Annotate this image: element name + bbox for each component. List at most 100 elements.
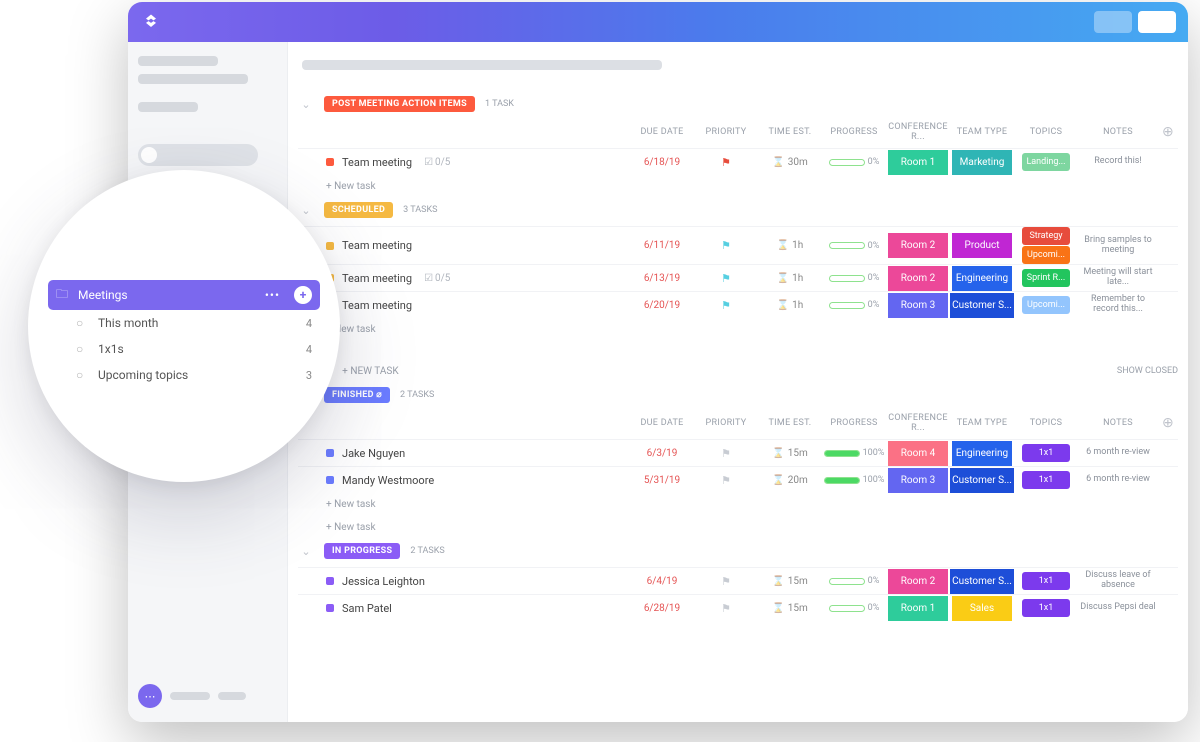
col-topics[interactable]: TOPICS <box>1014 418 1078 428</box>
col-due[interactable]: DUE DATE <box>630 418 694 428</box>
cell-conf[interactable]: Room 2 <box>886 233 950 259</box>
cell-time[interactable]: ⌛15m <box>758 568 822 594</box>
cell-time[interactable]: ⌛15m <box>758 440 822 466</box>
col-time[interactable]: TIME EST. <box>758 418 822 428</box>
cell-note[interactable]: Discuss leave of absence <box>1078 568 1158 594</box>
cell-priority[interactable]: ⚑ <box>694 233 758 259</box>
cell-priority[interactable]: ⚑ <box>694 595 758 621</box>
col-time[interactable]: TIME EST. <box>758 127 822 137</box>
new-task-button[interactable]: + New task <box>298 516 1178 539</box>
col-progress[interactable]: PROGRESS <box>822 127 886 137</box>
chat-icon[interactable]: ⋯ <box>138 684 162 708</box>
cell-due[interactable]: 6/11/19 <box>630 233 694 259</box>
col-notes[interactable]: NOTES <box>1078 127 1158 137</box>
cell-priority[interactable]: ⚑ <box>694 265 758 291</box>
cell-progress[interactable]: 0% <box>822 233 886 259</box>
topic-tag[interactable]: 1x1 <box>1022 572 1070 590</box>
cell-conf[interactable]: Room 3 <box>886 467 950 493</box>
collapse-icon[interactable]: ⌄ <box>298 204 314 217</box>
cell-due[interactable]: 6/20/19 <box>630 292 694 318</box>
cell-topic[interactable]: 1x1 <box>1014 568 1078 594</box>
add-column-icon[interactable]: ⊕ <box>1158 415 1178 431</box>
topic-tag[interactable]: 1x1 <box>1022 599 1070 617</box>
cell-note[interactable]: Meeting will start late... <box>1078 265 1158 291</box>
sidebar-item-meetings[interactable]: 🗀 Meetings ••• + <box>48 280 320 310</box>
col-team[interactable]: TEAM TYPE <box>950 418 1014 428</box>
topic-tag[interactable]: 1x1 <box>1022 471 1070 489</box>
cell-team[interactable]: Customer S... <box>950 292 1014 318</box>
cell-team[interactable]: Product <box>950 233 1014 259</box>
cell-time[interactable]: ⌛1h <box>758 292 822 318</box>
sidebar-item[interactable]: ○ Upcoming topics 3 <box>48 362 320 388</box>
add-column-icon[interactable]: ⊕ <box>1158 124 1178 140</box>
cell-due[interactable]: 5/31/19 <box>630 467 694 493</box>
sidebar-item[interactable]: ○ This month 4 <box>48 310 320 336</box>
cell-time[interactable]: ⌛30m <box>758 149 822 175</box>
cell-priority[interactable]: ⚑ <box>694 467 758 493</box>
task-row[interactable]: Team meeting ☑0/5 6/13/19 ⚑ ⌛1h 0% Room … <box>298 264 1178 291</box>
task-row[interactable]: Team meeting 6/11/19 ⚑ ⌛1h 0% Room 2 Pro… <box>298 226 1178 264</box>
new-task-button[interactable]: + New task <box>298 175 1178 198</box>
col-team[interactable]: TEAM TYPE <box>950 127 1014 137</box>
cell-conf[interactable]: Room 2 <box>886 568 950 594</box>
cell-conf[interactable]: Room 1 <box>886 149 950 175</box>
col-conf[interactable]: CONFERENCE R... <box>886 413 950 433</box>
col-notes[interactable]: NOTES <box>1078 418 1158 428</box>
cell-conf[interactable]: Room 4 <box>886 440 950 466</box>
cell-time[interactable]: ⌛20m <box>758 467 822 493</box>
cell-note[interactable]: Bring samples to meeting <box>1078 233 1158 259</box>
cell-team[interactable]: Customer S... <box>950 568 1014 594</box>
cell-time[interactable]: ⌛1h <box>758 233 822 259</box>
collapse-icon[interactable]: ⌄ <box>298 545 314 558</box>
topbar-button-1[interactable] <box>1094 11 1132 33</box>
cell-conf[interactable]: Room 1 <box>886 595 950 621</box>
status-chip[interactable]: SCHEDULED <box>324 202 393 218</box>
cell-priority[interactable]: ⚑ <box>694 292 758 318</box>
col-priority[interactable]: PRIORITY <box>694 127 758 137</box>
collapse-icon[interactable]: ⌄ <box>298 98 314 111</box>
task-row[interactable]: Jessica Leighton 6/4/19 ⚑ ⌛15m 0% Room 2… <box>298 567 1178 594</box>
cell-time[interactable]: ⌛15m <box>758 595 822 621</box>
col-priority[interactable]: PRIORITY <box>694 418 758 428</box>
cell-due[interactable]: 6/18/19 <box>630 149 694 175</box>
cell-due[interactable]: 6/28/19 <box>630 595 694 621</box>
cell-conf[interactable]: Room 3 <box>886 292 950 318</box>
cell-progress[interactable]: 0% <box>822 149 886 175</box>
show-closed-toggle[interactable]: SHOW CLOSED <box>1117 366 1178 376</box>
status-chip[interactable]: POST MEETING ACTION ITEMS <box>324 96 475 112</box>
cell-progress[interactable]: 0% <box>822 265 886 291</box>
cell-note[interactable]: 6 month re-view <box>1078 467 1158 493</box>
col-conf[interactable]: CONFERENCE R... <box>886 122 950 142</box>
new-task-button[interactable]: + New task <box>298 318 1178 341</box>
cell-team[interactable]: Sales <box>950 595 1014 621</box>
cell-topic[interactable]: Landing... <box>1014 149 1078 175</box>
task-row[interactable]: Mandy Westmoore 5/31/19 ⚑ ⌛20m 100% Room… <box>298 466 1178 493</box>
status-chip[interactable]: IN PROGRESS <box>324 543 400 559</box>
cell-topic[interactable]: 1x1 <box>1014 595 1078 621</box>
status-chip[interactable]: FINISHED ⌀ <box>324 387 390 403</box>
cell-time[interactable]: ⌛1h <box>758 265 822 291</box>
task-row[interactable]: Sam Patel 6/28/19 ⚑ ⌛15m 0% Room 1 Sales… <box>298 594 1178 621</box>
cell-topic[interactable]: Strategy Upcomi... <box>1014 227 1078 264</box>
cell-note[interactable]: Record this! <box>1078 149 1158 175</box>
cell-due[interactable]: 6/4/19 <box>630 568 694 594</box>
topic-tag[interactable]: Upcomi... <box>1022 296 1070 314</box>
cell-priority[interactable]: ⚑ <box>694 149 758 175</box>
task-row[interactable]: Team meeting ☑0/5 6/18/19 ⚑ ⌛30m 0% Room… <box>298 148 1178 175</box>
new-task-button[interactable]: + NEW TASK <box>342 366 398 377</box>
sidebar-item[interactable]: ○ 1x1s 4 <box>48 336 320 362</box>
topic-tag[interactable]: 1x1 <box>1022 444 1070 462</box>
cell-progress[interactable]: 100% <box>822 467 886 493</box>
cell-due[interactable]: 6/13/19 <box>630 265 694 291</box>
cell-due[interactable]: 6/3/19 <box>630 440 694 466</box>
cell-note[interactable]: Discuss Pepsi deal <box>1078 595 1158 621</box>
cell-team[interactable]: Customer S... <box>950 467 1014 493</box>
task-row[interactable]: Jake Nguyen 6/3/19 ⚑ ⌛15m 100% Room 4 En… <box>298 439 1178 466</box>
more-icon[interactable]: ••• <box>265 288 280 302</box>
cell-team[interactable]: Engineering <box>950 440 1014 466</box>
cell-team[interactable]: Marketing <box>950 149 1014 175</box>
cell-note[interactable]: 6 month re-view <box>1078 440 1158 466</box>
cell-conf[interactable]: Room 2 <box>886 265 950 291</box>
col-due[interactable]: DUE DATE <box>630 127 694 137</box>
col-topics[interactable]: TOPICS <box>1014 127 1078 137</box>
